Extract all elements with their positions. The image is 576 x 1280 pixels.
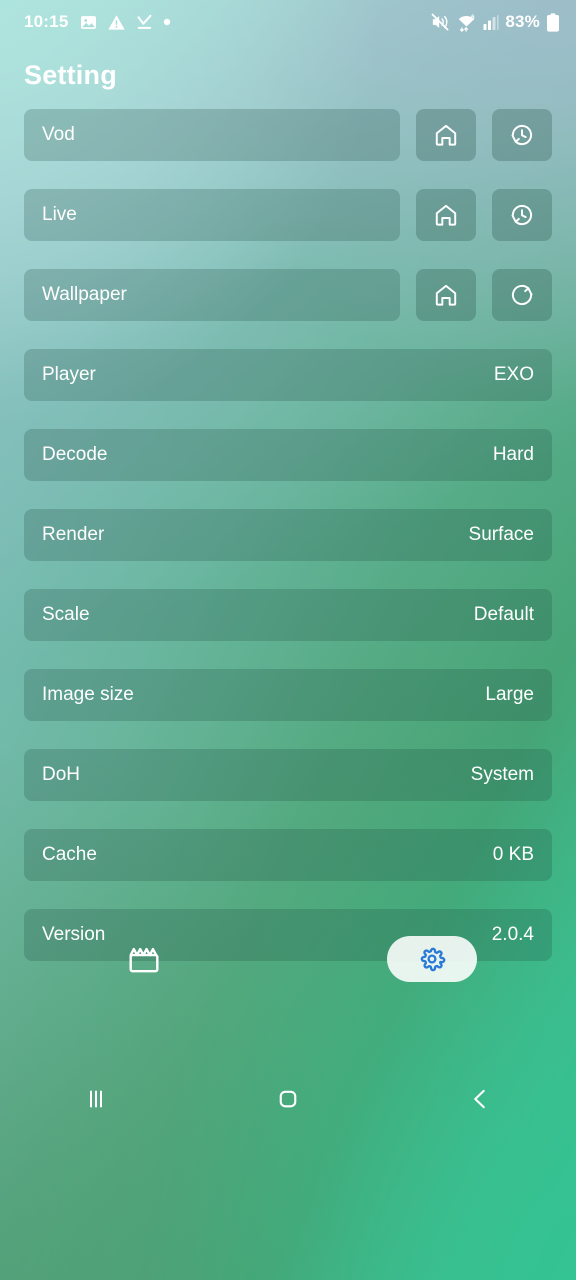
home-icon <box>433 122 459 148</box>
nav-back-button[interactable] <box>384 1084 576 1114</box>
setting-row-cache[interactable]: Cache 0 KB <box>24 829 552 881</box>
setting-row-decode[interactable]: Decode Hard <box>24 429 552 481</box>
setting-value-cache: 0 KB <box>492 844 534 865</box>
tab-setting-pill[interactable] <box>387 936 477 982</box>
setting-label-decode: Decode <box>42 444 108 465</box>
history-icon <box>509 202 535 228</box>
vod-home-button[interactable] <box>416 109 476 161</box>
setting-label-scale: Scale <box>42 604 90 625</box>
dot-icon <box>163 18 171 26</box>
gear-icon <box>418 945 446 973</box>
setting-row-image-size[interactable]: Image size Large <box>24 669 552 721</box>
vod-history-button[interactable] <box>492 109 552 161</box>
live-home-button[interactable] <box>416 189 476 241</box>
back-chevron-icon <box>465 1084 495 1114</box>
setting-row-render[interactable]: Render Surface <box>24 509 552 561</box>
setting-value-player: EXO <box>493 364 534 385</box>
source-label-wallpaper: Wallpaper <box>42 284 127 305</box>
source-row-vod: Vod <box>24 109 552 161</box>
battery-percent-label: 83% <box>505 12 540 31</box>
source-row-wallpaper: Wallpaper <box>24 269 552 321</box>
status-bar-clock: 10:15 <box>24 12 69 31</box>
tab-vod[interactable] <box>0 942 288 976</box>
settings-list: Vod Live Wallpaper Player EXO Decode Har… <box>0 109 576 961</box>
setting-row-scale[interactable]: Scale Default <box>24 589 552 641</box>
history-icon <box>509 122 535 148</box>
battery-icon <box>546 12 560 32</box>
wifi-6-data-icon: 6 <box>456 12 477 32</box>
source-pill-live[interactable]: Live <box>24 189 400 241</box>
bottom-tab-bar <box>0 921 576 997</box>
status-bar-right: 6 83% <box>430 12 560 32</box>
source-label-live: Live <box>42 204 77 225</box>
recents-icon <box>81 1084 111 1114</box>
status-bar: 10:15 6 83% <box>0 0 576 44</box>
tab-setting[interactable] <box>288 936 576 982</box>
setting-label-cache: Cache <box>42 844 97 865</box>
setting-value-image-size: Large <box>485 684 534 705</box>
setting-value-render: Surface <box>468 524 534 545</box>
setting-label-doh: DoH <box>42 764 81 785</box>
source-pill-vod[interactable]: Vod <box>24 109 400 161</box>
setting-label-image-size: Image size <box>42 684 134 705</box>
setting-row-player[interactable]: Player EXO <box>24 349 552 401</box>
refresh-icon <box>509 282 535 308</box>
setting-label-render: Render <box>42 524 105 545</box>
home-icon <box>433 282 459 308</box>
home-square-icon <box>273 1084 303 1114</box>
setting-row-doh[interactable]: DoH System <box>24 749 552 801</box>
image-icon <box>79 13 98 32</box>
warning-triangle-icon <box>107 13 126 32</box>
download-complete-icon <box>135 13 154 32</box>
page-title: Setting <box>24 60 117 90</box>
phone-screen: 10:15 6 83% Setting Vod Live Wallpaper P… <box>0 0 576 1280</box>
home-icon <box>433 202 459 228</box>
cellular-signal-icon <box>483 13 499 31</box>
source-row-live: Live <box>24 189 552 241</box>
setting-value-scale: Default <box>473 604 534 625</box>
setting-value-decode: Hard <box>492 444 534 465</box>
mute-icon <box>430 12 450 32</box>
source-pill-wallpaper[interactable]: Wallpaper <box>24 269 400 321</box>
status-bar-left: 10:15 <box>24 12 171 32</box>
android-nav-bar <box>0 1065 576 1133</box>
live-history-button[interactable] <box>492 189 552 241</box>
setting-value-doh: System <box>470 764 534 785</box>
setting-label-player: Player <box>42 364 96 385</box>
svg-text:6: 6 <box>471 14 475 21</box>
nav-home-button[interactable] <box>192 1084 384 1114</box>
wallpaper-refresh-button[interactable] <box>492 269 552 321</box>
source-label-vod: Vod <box>42 124 75 145</box>
wallpaper-home-button[interactable] <box>416 269 476 321</box>
clapperboard-icon <box>127 942 161 976</box>
nav-recents-button[interactable] <box>0 1084 192 1114</box>
